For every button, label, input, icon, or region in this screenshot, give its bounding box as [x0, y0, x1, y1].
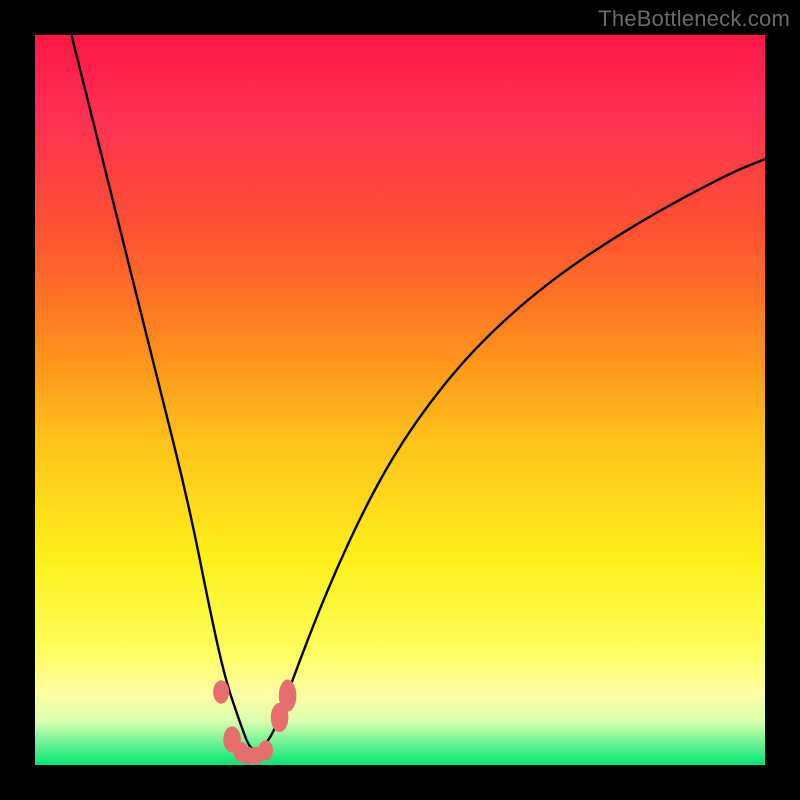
curve-marker-5: [258, 740, 273, 760]
curve-marker-7: [279, 680, 297, 712]
watermark-branding: TheBottleneck.com: [598, 6, 790, 32]
curve-marker-0: [213, 680, 229, 703]
curve-markers: [35, 35, 765, 765]
plot-area: [35, 35, 765, 765]
chart-frame: TheBottleneck.com: [0, 0, 800, 800]
